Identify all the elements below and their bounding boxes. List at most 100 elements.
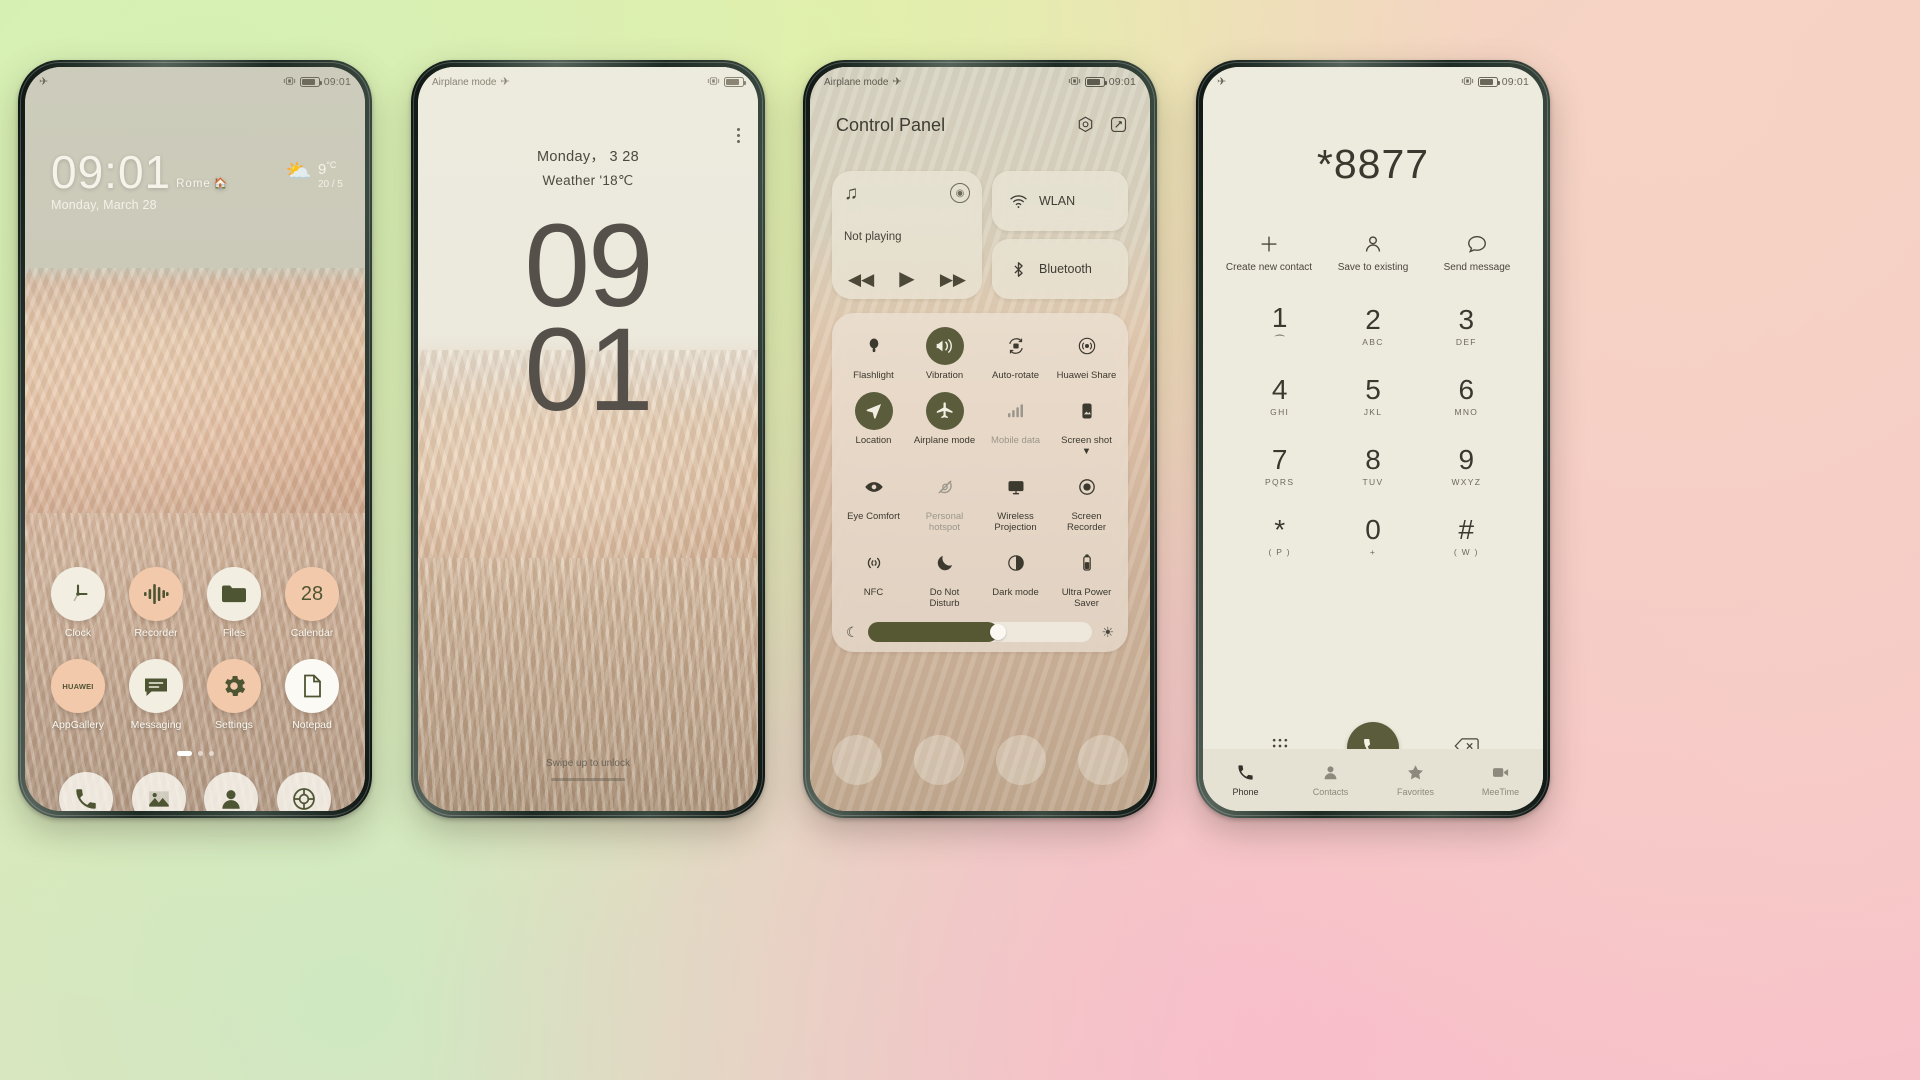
phone1-status-bar: ✈ 09:01 [25, 67, 365, 97]
app-clock[interactable]: Clock [47, 567, 109, 639]
lock-city: Rome 🏠 [176, 178, 228, 190]
key-star[interactable]: *( P ) [1233, 505, 1326, 567]
key-hash[interactable]: #( W ) [1420, 505, 1513, 567]
key-digit: 4 [1271, 373, 1288, 405]
key-8[interactable]: 8 TUV [1326, 435, 1419, 497]
lock-clock-widget[interactable]: 09:01 Rome 🏠 Monday, March 28 [51, 149, 229, 212]
toggle-nfc[interactable]: NFC [838, 544, 909, 610]
app-messaging[interactable]: Messaging [125, 659, 187, 731]
play-icon[interactable]: ▶ [899, 269, 914, 289]
phone-mockup-lockscreen: Airplane mode ✈ Monday， 3 28 Weather '18… [411, 60, 765, 818]
phone2-status-bar: Airplane mode ✈ [418, 67, 758, 97]
app-notepad[interactable]: Notepad [281, 659, 343, 731]
toggle-label: Eye Comfort [847, 510, 900, 522]
key-4[interactable]: 4 GHI [1233, 365, 1326, 427]
dock-blurred-background [832, 735, 1128, 785]
toggle-huawei-share[interactable]: Huawei Share [1051, 327, 1122, 382]
toggle-label: Dark mode [992, 586, 1039, 598]
eye-comfort-icon [855, 468, 893, 506]
save-to-existing-action[interactable]: Save to existing [1327, 233, 1419, 273]
page-dot[interactable] [197, 751, 203, 756]
blurred-dock-icon [914, 735, 964, 785]
huawei-share-icon [1068, 327, 1106, 365]
brightness-slider[interactable] [867, 622, 1093, 643]
nav-favorites[interactable]: Favorites [1373, 763, 1458, 797]
status-time: 09:01 [1501, 76, 1529, 88]
nav-label: MeeTime [1481, 787, 1520, 797]
dock-contacts[interactable] [200, 772, 262, 811]
toggle-do-not-disturb[interactable]: Do Not Disturb [909, 544, 980, 610]
home-indicator[interactable] [551, 778, 625, 781]
airplane-icon: ✈ [500, 75, 510, 88]
toggle-eye-comfort[interactable]: Eye Comfort [838, 468, 909, 534]
app-appgallery[interactable]: HUAWEI AppGallery [47, 659, 109, 731]
key-6[interactable]: 6 MNO [1420, 365, 1513, 427]
airplane-mode-label: Airplane mode [432, 76, 497, 88]
bluetooth-toggle[interactable]: Bluetooth [992, 239, 1128, 299]
page-dot[interactable] [208, 751, 214, 756]
message-icon [129, 659, 183, 713]
do-not-disturb-icon [926, 544, 964, 582]
send-message-action[interactable]: Send message [1431, 233, 1523, 273]
chevron-down-icon[interactable]: ▼ [1082, 446, 1091, 457]
toggle-screenshot[interactable]: Screen shot ▼ [1051, 392, 1122, 458]
key-0[interactable]: 0 + [1326, 505, 1419, 567]
edit-icon[interactable] [1109, 115, 1128, 139]
app-recorder[interactable]: Recorder [125, 567, 187, 639]
nav-phone[interactable]: Phone [1203, 763, 1288, 797]
media-card[interactable]: ♫ ◉ Not playing ◀◀ ▶ ▶▶ [832, 171, 982, 299]
toggle-airplane-mode[interactable]: Airplane mode [909, 391, 980, 458]
toggle-screen-recorder[interactable]: Screen Recorder [1051, 468, 1122, 534]
phone3-status-bar: Airplane mode ✈ 09:01 [810, 67, 1150, 97]
key-sub: MNO [1454, 406, 1479, 417]
contacts-icon [204, 772, 259, 811]
wlan-toggle[interactable]: WLAN [992, 171, 1128, 231]
key-digit: 5 [1365, 373, 1381, 405]
key-1[interactable]: 1 ⁀ [1233, 295, 1326, 357]
app-label: Notepad [292, 719, 332, 731]
message-bubble-icon [1468, 235, 1486, 253]
dock-camera[interactable] [273, 772, 335, 811]
person-icon [1365, 236, 1381, 252]
app-settings[interactable]: Settings [203, 659, 265, 731]
create-new-contact-action[interactable]: Create new contact [1223, 233, 1315, 273]
toggle-mobile-data[interactable]: Mobile data [980, 392, 1051, 458]
more-vertical-icon[interactable] [737, 125, 740, 146]
previous-icon[interactable]: ◀◀ [848, 271, 874, 288]
dock-phone[interactable] [55, 772, 117, 811]
app-calendar[interactable]: 28 Calendar [281, 567, 343, 639]
dock-gallery[interactable] [128, 772, 190, 811]
key-9[interactable]: 9 WXYZ [1420, 435, 1513, 497]
screen-recorder-icon [1068, 468, 1106, 506]
action-label: Send message [1443, 262, 1511, 273]
settings-gear-icon[interactable] [1076, 115, 1095, 139]
toggle-flashlight[interactable]: Flashlight [838, 327, 909, 382]
phone-icon [1238, 765, 1253, 780]
page-dot-active[interactable] [176, 751, 192, 756]
dark-mode-icon [997, 544, 1035, 582]
status-right [707, 76, 746, 89]
toggle-auto-rotate[interactable]: Auto-rotate [980, 327, 1051, 382]
toggle-wireless-projection[interactable]: Wireless Projection [980, 468, 1051, 534]
key-7[interactable]: 7 PQRS [1233, 435, 1326, 497]
cast-icon[interactable]: ◉ [950, 183, 970, 203]
lock-weather-widget[interactable]: ⛅ 9°C 20 / 5 [286, 160, 343, 189]
toggle-ultra-power-saver[interactable]: Ultra Power Saver [1051, 544, 1122, 610]
unlock-hint-area[interactable]: Swipe up to unlock [418, 758, 758, 781]
toggle-label: Huawei Share [1056, 370, 1117, 381]
key-2[interactable]: 2 ABC [1326, 295, 1419, 357]
next-icon[interactable]: ▶▶ [940, 271, 966, 288]
lock-date: Monday， 3 28 [537, 149, 639, 165]
toggle-personal-hotspot[interactable]: Personal hotspot [909, 468, 980, 534]
app-files[interactable]: Files [203, 567, 265, 639]
nav-contacts[interactable]: Contacts [1288, 763, 1373, 797]
toggle-vibration[interactable]: Vibration [909, 327, 980, 382]
key-3[interactable]: 3 DEF [1420, 295, 1513, 357]
nav-meetime[interactable]: MeeTime [1458, 763, 1543, 797]
key-5[interactable]: 5 JKL [1326, 365, 1419, 427]
sun-icon: ☀ [1101, 623, 1114, 640]
appgallery-icon: HUAWEI [51, 659, 105, 713]
toggle-dark-mode[interactable]: Dark mode [980, 544, 1051, 610]
toggle-location[interactable]: Location [838, 391, 909, 458]
dialed-number-display[interactable]: *8877 [1203, 141, 1543, 188]
